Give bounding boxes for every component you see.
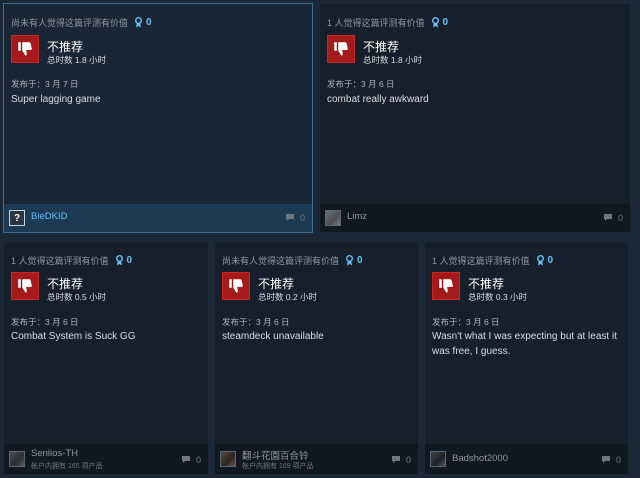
- helpful-count: 尚未有人觉得这篇评测有价值 0: [222, 254, 363, 267]
- posted-date: 发布于：3 月 6 日: [11, 317, 79, 327]
- review-text: Wasn't what I was expecting but at least…: [432, 331, 617, 357]
- helpful-text: 1 人觉得这篇评测有价值: [327, 18, 425, 28]
- author-name[interactable]: Senlios-TH: [31, 448, 78, 459]
- avatar[interactable]: [220, 451, 236, 467]
- comment-count[interactable]: 0: [601, 455, 621, 465]
- award-icon: [115, 255, 123, 266]
- award-button[interactable]: 0: [536, 255, 554, 266]
- helpful-count: 1 人觉得这篇评测有价值 0: [327, 16, 448, 29]
- award-count: 0: [442, 17, 449, 28]
- hours-on-record: 总时数 0.2 小时: [258, 292, 318, 302]
- author-name[interactable]: 翻斗花園百合铃: [242, 448, 309, 462]
- unknown-avatar-icon[interactable]: ?: [9, 210, 25, 226]
- review-text: Combat System is Suck GG: [11, 331, 136, 342]
- recommendation-title: 不推荐: [47, 40, 84, 54]
- comment-count[interactable]: 0: [391, 455, 411, 465]
- comment-icon: [181, 456, 190, 463]
- award-button[interactable]: 0: [134, 17, 152, 28]
- posted-date: 发布于：3 月 6 日: [432, 317, 500, 327]
- award-button[interactable]: 0: [431, 17, 449, 28]
- thumbs-down-icon[interactable]: [11, 272, 39, 300]
- comment-icon: [603, 214, 612, 221]
- award-button[interactable]: 0: [115, 255, 133, 266]
- comment-icon: [285, 214, 294, 221]
- helpful-text: 1 人觉得这篇评测有价值: [432, 256, 530, 266]
- comment-count-value: 0: [617, 213, 623, 223]
- posted-date: 发布于：3 月 6 日: [222, 317, 290, 327]
- comment-count-value: 0: [195, 455, 201, 465]
- award-count: 0: [357, 255, 363, 266]
- award-count: 0: [146, 17, 152, 28]
- comment-icon: [391, 456, 400, 463]
- thumbs-down-icon[interactable]: [222, 272, 250, 300]
- helpful-text: 尚未有人觉得这篇评测有价值: [11, 18, 129, 28]
- products-owned: 帐户内拥有 169 项产品: [242, 463, 314, 470]
- award-count: 0: [126, 255, 133, 266]
- review-card[interactable]: 1 人觉得这篇评测有价值 0 不推荐 总时数 1.8 小时 发布于：3 月 6 …: [320, 4, 630, 232]
- review-footer: Limz 0: [320, 204, 630, 232]
- award-icon: [536, 255, 544, 266]
- award-icon: [135, 17, 143, 28]
- recommendation-title: 不推荐: [258, 277, 295, 291]
- review-text: combat really awkward: [327, 94, 429, 105]
- review-footer: Senlios-TH 帐户内拥有 165 项产品 0: [4, 444, 208, 474]
- hours-on-record: 总时数 0.3 小时: [468, 292, 528, 302]
- review-footer: ? BieDKID 0: [4, 204, 312, 232]
- thumbs-down-icon[interactable]: [327, 35, 355, 63]
- award-icon: [346, 255, 354, 266]
- review-card[interactable]: 尚未有人觉得这篇评测有价值 0 不推荐 总时数 0.2 小时 发布于：3 月 6…: [215, 242, 418, 474]
- thumbs-down-icon[interactable]: [11, 35, 39, 63]
- thumbs-down-icon[interactable]: [432, 272, 460, 300]
- comment-count-value: 0: [615, 455, 621, 465]
- helpful-count: 1 人觉得这篇评测有价值 0: [432, 254, 553, 267]
- comment-count[interactable]: 0: [181, 455, 201, 465]
- review-card[interactable]: 尚未有人觉得这篇评测有价值 0 不推荐 总时数 1.8 小时 发布于：3 月 7…: [3, 3, 313, 233]
- award-button[interactable]: 0: [345, 255, 363, 266]
- helpful-count: 1 人觉得这篇评测有价值 0: [11, 254, 132, 267]
- products-owned: 帐户内拥有 165 项产品: [31, 463, 103, 470]
- review-text: steamdeck unavailable: [222, 331, 324, 342]
- review-footer: 翻斗花園百合铃 帐户内拥有 169 项产品 0: [215, 444, 418, 474]
- avatar[interactable]: [325, 210, 341, 226]
- review-card[interactable]: 1 人觉得这篇评测有价值 0 不推荐 总时数 0.5 小时 发布于：3 月 6 …: [4, 242, 208, 474]
- avatar[interactable]: [430, 451, 446, 467]
- hours-on-record: 总时数 0.5 小时: [47, 292, 107, 302]
- helpful-text: 1 人觉得这篇评测有价值: [11, 256, 109, 266]
- helpful-text: 尚未有人觉得这篇评测有价值: [222, 256, 340, 266]
- hours-on-record: 总时数 1.8 小时: [363, 55, 423, 65]
- review-footer: Badshot2000 0: [425, 444, 628, 474]
- comment-count-value: 0: [405, 455, 411, 465]
- award-icon: [431, 17, 439, 28]
- comment-icon: [601, 456, 610, 463]
- author-name[interactable]: BieDKID: [31, 211, 67, 222]
- recommendation-title: 不推荐: [468, 277, 505, 291]
- review-card[interactable]: 1 人觉得这篇评测有价值 0 不推荐 总时数 0.3 小时 发布于：3 月 6 …: [425, 242, 628, 474]
- author-name[interactable]: Limz: [347, 211, 367, 222]
- award-count: 0: [547, 255, 554, 266]
- avatar[interactable]: [9, 451, 25, 467]
- recommendation-title: 不推荐: [363, 40, 400, 54]
- comment-count[interactable]: 0: [285, 213, 305, 223]
- recommendation-title: 不推荐: [47, 277, 84, 291]
- posted-date: 发布于：3 月 7 日: [11, 79, 79, 89]
- helpful-count: 尚未有人觉得这篇评测有价值 0: [11, 16, 152, 29]
- hours-on-record: 总时数 1.8 小时: [47, 55, 107, 65]
- comment-count[interactable]: 0: [603, 213, 623, 223]
- review-text: Super lagging game: [11, 94, 101, 105]
- posted-date: 发布于：3 月 6 日: [327, 79, 395, 89]
- author-name[interactable]: Badshot2000: [452, 453, 508, 464]
- comment-count-value: 0: [299, 213, 305, 223]
